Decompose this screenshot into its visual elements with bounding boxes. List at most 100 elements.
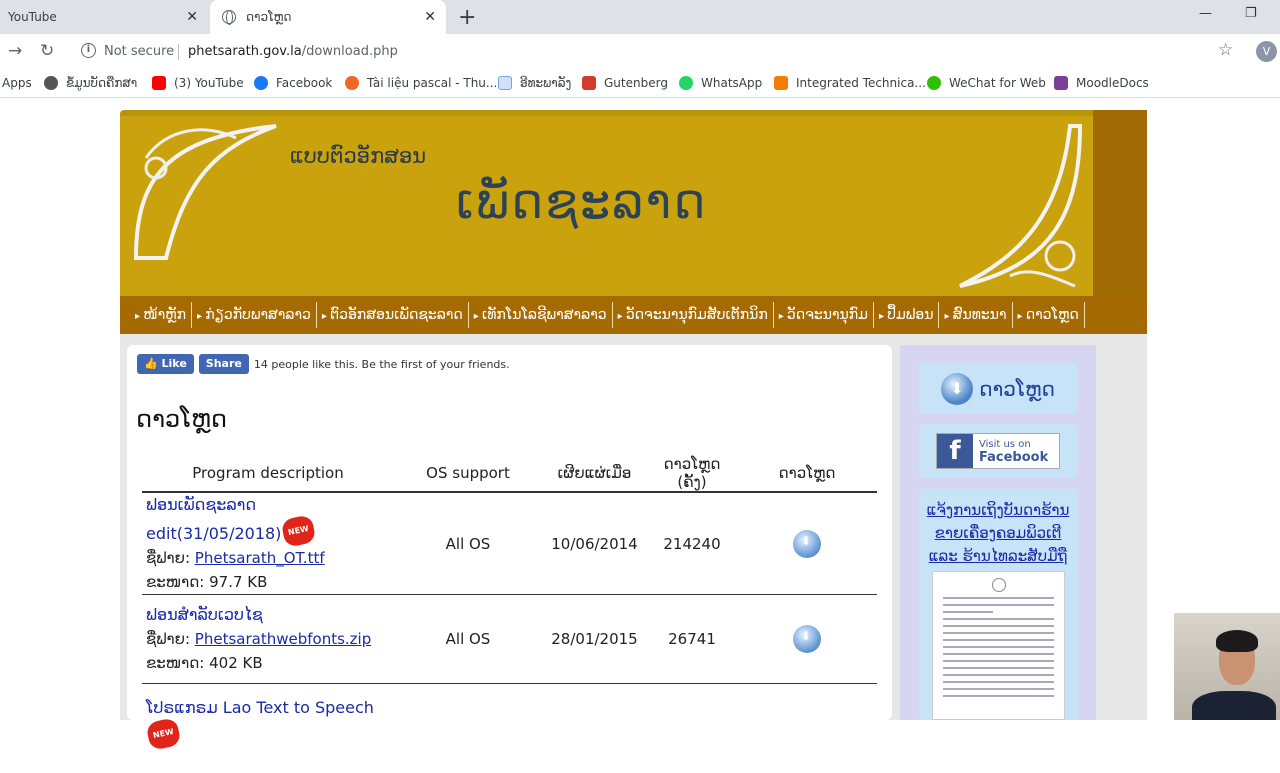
column-header: Program description bbox=[142, 455, 394, 493]
download-icon[interactable] bbox=[793, 529, 821, 558]
restore-icon[interactable]: ❐ bbox=[1245, 6, 1257, 21]
new-badge: NEW bbox=[145, 717, 182, 751]
bookmark-label: Apps bbox=[2, 76, 32, 90]
file-link[interactable]: Phetsarathwebfonts.zip bbox=[195, 630, 371, 648]
download-icon[interactable] bbox=[793, 625, 821, 653]
file-label: ຊື່ຟາຍ: bbox=[146, 549, 191, 567]
facebook-share-button[interactable]: Share bbox=[198, 354, 249, 374]
menu-item[interactable]: ວັດຈະນານຸກົມ bbox=[774, 302, 874, 328]
bookmark-item[interactable]: ອີທະພາລັງ bbox=[498, 76, 571, 90]
bookmark-facebook[interactable]: Facebook bbox=[254, 76, 332, 90]
bookmark-label: ຂໍ້ມູນບັດຄືກສາ bbox=[66, 76, 138, 90]
new-tab-icon[interactable]: + bbox=[458, 5, 476, 30]
table-row: ຟອນສຳລັບເວບໄຊ ຊື່ຟາຍ: Phetsarathwebfonts… bbox=[142, 594, 877, 684]
sidebar-notice: ແຈ້ງການເຖິງບັນດາຮ້ານຂາຍເຄື່ອງຄອມພິວເຕີ ແ… bbox=[919, 489, 1077, 720]
facebook-visit-button[interactable]: f Visit us on Facebook bbox=[936, 433, 1060, 469]
sidebar: ⬇ ດາວໂຫຼດ f Visit us on Facebook ແຈ້ງການເ… bbox=[900, 345, 1096, 720]
facebook-like-button[interactable]: 👍 Like bbox=[137, 354, 194, 374]
close-icon[interactable]: ✕ bbox=[186, 9, 198, 25]
banner-image: ແບບຕົວອັກສອນ ເພັດຊະລາດ bbox=[120, 116, 1093, 296]
menu-item[interactable]: ເທັກໂນໂລຊີພາສາລາວ bbox=[469, 302, 613, 328]
sidebar-download-label: ດາວໂຫຼດ bbox=[979, 377, 1055, 401]
table-row: ຟອນເພັດຊະລາດ edit(31/05/2018) NEW ຊື່ຟາຍ:… bbox=[142, 492, 877, 595]
url-host: phetsarath.gov.la bbox=[188, 44, 302, 59]
column-header: ເຜີຍແຜ່ເມື່ອ bbox=[542, 455, 647, 493]
program-name: ຟອນສຳລັບເວບໄຊ bbox=[146, 605, 263, 624]
table-header-row: Program description OS support ເຜີຍແຜ່ເມ… bbox=[142, 455, 877, 493]
minimize-icon[interactable]: — bbox=[1199, 6, 1212, 21]
tab-strip: YouTube ✕ ດາວໂຫຼດ ✕ + — ❐ bbox=[0, 0, 1280, 34]
program-description: ຟອນສຳລັບເວບໄຊ ຊື່ຟາຍ: Phetsarathwebfonts… bbox=[142, 594, 394, 684]
reload-icon[interactable]: ↻ bbox=[40, 41, 54, 61]
menu-item[interactable]: ດາວໂຫຼດ bbox=[1013, 302, 1085, 328]
url-field[interactable]: phetsarath.gov.la/download.php bbox=[188, 44, 398, 59]
webcam-overlay bbox=[1174, 613, 1280, 720]
download-table: Program description OS support ເຜີຍແຜ່ເມ… bbox=[142, 455, 877, 773]
menu-item[interactable]: ວັດຈະນານຸກົມສັບເຕັກນິກ bbox=[613, 302, 774, 328]
bookmark-moodle[interactable]: MoodleDocs bbox=[1054, 76, 1149, 90]
profile-avatar[interactable]: V bbox=[1256, 41, 1277, 62]
facebook-like-count: 14 people like this. Be the first of you… bbox=[253, 357, 510, 371]
divider bbox=[178, 44, 179, 60]
info-icon[interactable]: i bbox=[81, 43, 96, 58]
tab-download[interactable]: ດາວໂຫຼດ ✕ bbox=[210, 0, 446, 34]
download-count: 214240 bbox=[647, 492, 737, 595]
notice-document-thumbnail[interactable] bbox=[932, 571, 1065, 720]
download-cell bbox=[737, 594, 877, 684]
download-arrow-icon: ⬇ bbox=[941, 373, 974, 405]
menu-item[interactable]: ປຶ້ມຟອນ bbox=[874, 302, 940, 328]
close-icon[interactable]: ✕ bbox=[424, 9, 436, 25]
moodle-icon bbox=[1054, 76, 1068, 90]
bookmark-wechat[interactable]: WeChat for Web bbox=[927, 76, 1046, 90]
bookmark-label: ອີທະພາລັງ bbox=[520, 76, 572, 90]
bookmark-label: Integrated Technica... bbox=[796, 76, 926, 90]
bookmark-youtube[interactable]: (3) YouTube bbox=[152, 76, 244, 90]
menu-item[interactable]: ສົນທະນາ bbox=[939, 302, 1013, 328]
address-toolbar: → ↻ i Not secure phetsarath.gov.la/downl… bbox=[0, 34, 1280, 70]
like-label: Like bbox=[161, 357, 187, 370]
menu-item[interactable]: ກ່ຽວກັບພາສາລາວ bbox=[192, 302, 317, 328]
bookmark-apps[interactable]: Apps bbox=[2, 76, 32, 90]
download-cell bbox=[737, 492, 877, 595]
file-link[interactable]: Phetsarath_OT.ttf bbox=[195, 549, 325, 567]
page-icon bbox=[498, 76, 512, 90]
bookmark-pascal[interactable]: Tài liệu pascal - Thu... bbox=[345, 76, 497, 90]
menu-item[interactable]: ຕົວອັກສອນເພັດຊະລາດ bbox=[317, 302, 469, 328]
os-support bbox=[394, 684, 542, 773]
document-icon bbox=[345, 76, 359, 90]
wechat-icon bbox=[927, 76, 941, 90]
tab-youtube[interactable]: YouTube ✕ bbox=[0, 0, 208, 34]
file-size: 402 KB bbox=[209, 654, 263, 672]
menu-item[interactable]: ໜ້າຫຼັກ bbox=[130, 302, 192, 328]
globe-icon bbox=[44, 76, 58, 90]
banner-subtitle: ແບບຕົວອັກສອນ bbox=[290, 144, 427, 168]
file-size: 97.7 KB bbox=[209, 573, 268, 591]
bookmark-gutenberg[interactable]: Gutenberg bbox=[582, 76, 668, 90]
fb-name-label: Facebook bbox=[979, 449, 1049, 465]
program-name: ໂປຣແກຣມ Lao Text to Speech bbox=[146, 698, 374, 717]
table-row: ໂປຣແກຣມ Lao Text to SpeechNEW bbox=[142, 684, 877, 773]
bookmark-whatsapp[interactable]: WhatsApp bbox=[679, 76, 762, 90]
column-header: ດາວໂຫຼດ bbox=[737, 455, 877, 493]
bookmark-label: WeChat for Web bbox=[949, 76, 1046, 90]
column-header: ດາວໂຫຼດ (ຄັ້ງ) bbox=[647, 455, 737, 493]
security-status[interactable]: Not secure bbox=[104, 44, 174, 59]
download-count bbox=[647, 684, 737, 773]
whatsapp-icon bbox=[679, 76, 693, 90]
site: ແບບຕົວອັກສອນ ເພັດຊະລາດ ໜ້າຫຼັກ ກ່ຽວກັບພາ… bbox=[120, 110, 1147, 751]
tab-title: ດາວໂຫຼດ bbox=[246, 10, 292, 24]
sidebar-facebook-box: f Visit us on Facebook bbox=[919, 424, 1077, 478]
bookmark-item[interactable]: ຂໍ້ມູນບັດຄືກສາ bbox=[44, 76, 137, 90]
forward-icon[interactable]: → bbox=[8, 41, 22, 61]
sidebar-download-button[interactable]: ⬇ ດາວໂຫຼດ bbox=[919, 364, 1077, 414]
tab-title: YouTube bbox=[8, 10, 57, 24]
main-menu: ໜ້າຫຼັກ ກ່ຽວກັບພາສາລາວ ຕົວອັກສອນເພັດຊະລາ… bbox=[120, 296, 1147, 334]
program-description: ຟອນເພັດຊະລາດ edit(31/05/2018) NEW ຊື່ຟາຍ:… bbox=[142, 492, 394, 595]
notice-link[interactable]: ແຈ້ງການເຖິງບັນດາຮ້ານຂາຍເຄື່ອງຄອມພິວເຕີ ແ… bbox=[919, 489, 1077, 568]
bookmark-star-icon[interactable]: ☆ bbox=[1218, 40, 1233, 60]
bookmark-integrated[interactable]: Integrated Technica... bbox=[774, 76, 926, 90]
publish-date: 28/01/2015 bbox=[542, 594, 647, 684]
size-label: ຂະໜາດ: bbox=[146, 573, 205, 591]
page-title: ດາວໂຫຼດ bbox=[136, 405, 227, 433]
emblem-icon bbox=[991, 578, 1006, 592]
